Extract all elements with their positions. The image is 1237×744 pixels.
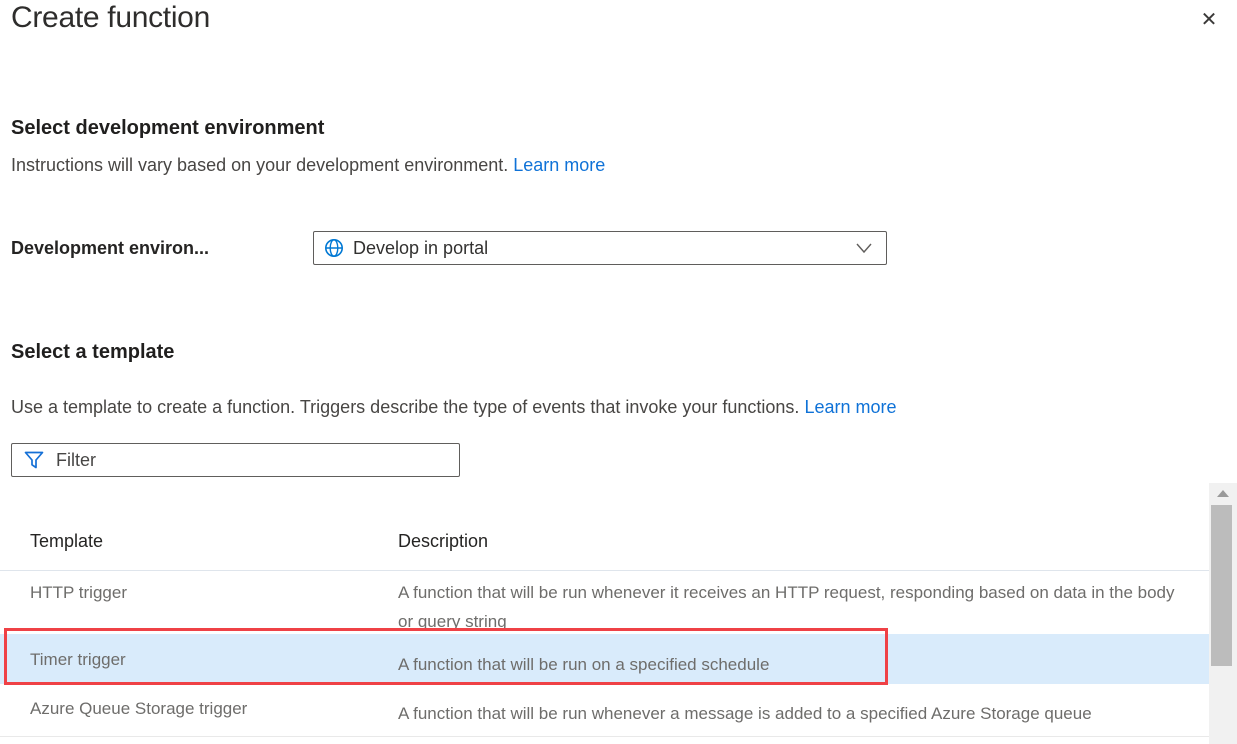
- table-row-azure-queue-storage-trigger[interactable]: Azure Queue Storage trigger A function t…: [0, 684, 1209, 737]
- filter-field[interactable]: [11, 443, 460, 477]
- template-heading: Select a template: [11, 341, 174, 364]
- close-icon: ✕: [1201, 7, 1218, 32]
- column-header-template: Template: [30, 531, 103, 552]
- template-description-cell: A function that will be run whenever it …: [398, 578, 1180, 636]
- globe-icon: [324, 238, 344, 258]
- table-row-timer-trigger[interactable]: Timer trigger A function that will be ru…: [0, 634, 1209, 684]
- template-description: Use a template to create a function. Tri…: [11, 397, 897, 418]
- column-header-description: Description: [398, 531, 488, 552]
- funnel-icon: [24, 451, 44, 470]
- dev-env-learn-more-link[interactable]: Learn more: [513, 155, 605, 175]
- close-button[interactable]: ✕: [1194, 4, 1224, 34]
- scroll-up-button[interactable]: [1209, 483, 1237, 504]
- scroll-up-arrow-icon: [1217, 490, 1229, 497]
- dev-env-description: Instructions will vary based on your dev…: [11, 155, 605, 176]
- table-header-row: Template Description: [0, 505, 1209, 571]
- dev-env-dropdown[interactable]: Develop in portal: [313, 231, 887, 265]
- dev-env-field-label: Development environ...: [11, 238, 209, 259]
- dev-env-description-text: Instructions will vary based on your dev…: [11, 155, 513, 175]
- template-name-cell: HTTP trigger: [30, 583, 127, 603]
- filter-input[interactable]: [56, 450, 459, 471]
- template-learn-more-link[interactable]: Learn more: [804, 397, 896, 417]
- scrollbar-thumb[interactable]: [1211, 505, 1232, 666]
- template-description-cell: A function that will be run on a specifi…: [398, 650, 1180, 679]
- table-row-http-trigger[interactable]: HTTP trigger A function that will be run…: [0, 571, 1209, 634]
- template-description-cell: A function that will be run whenever a m…: [398, 699, 1180, 728]
- template-name-cell: Timer trigger: [30, 650, 126, 670]
- chevron-down-icon: [856, 242, 872, 254]
- template-description-text: Use a template to create a function. Tri…: [11, 397, 804, 417]
- table-scrollbar[interactable]: [1209, 483, 1237, 744]
- template-name-cell: Azure Queue Storage trigger: [30, 699, 247, 719]
- page-title: Create function: [11, 1, 210, 35]
- dev-env-heading: Select development environment: [11, 117, 324, 140]
- dev-env-dropdown-value: Develop in portal: [353, 238, 488, 259]
- template-table: Template Description HTTP trigger A func…: [0, 505, 1209, 737]
